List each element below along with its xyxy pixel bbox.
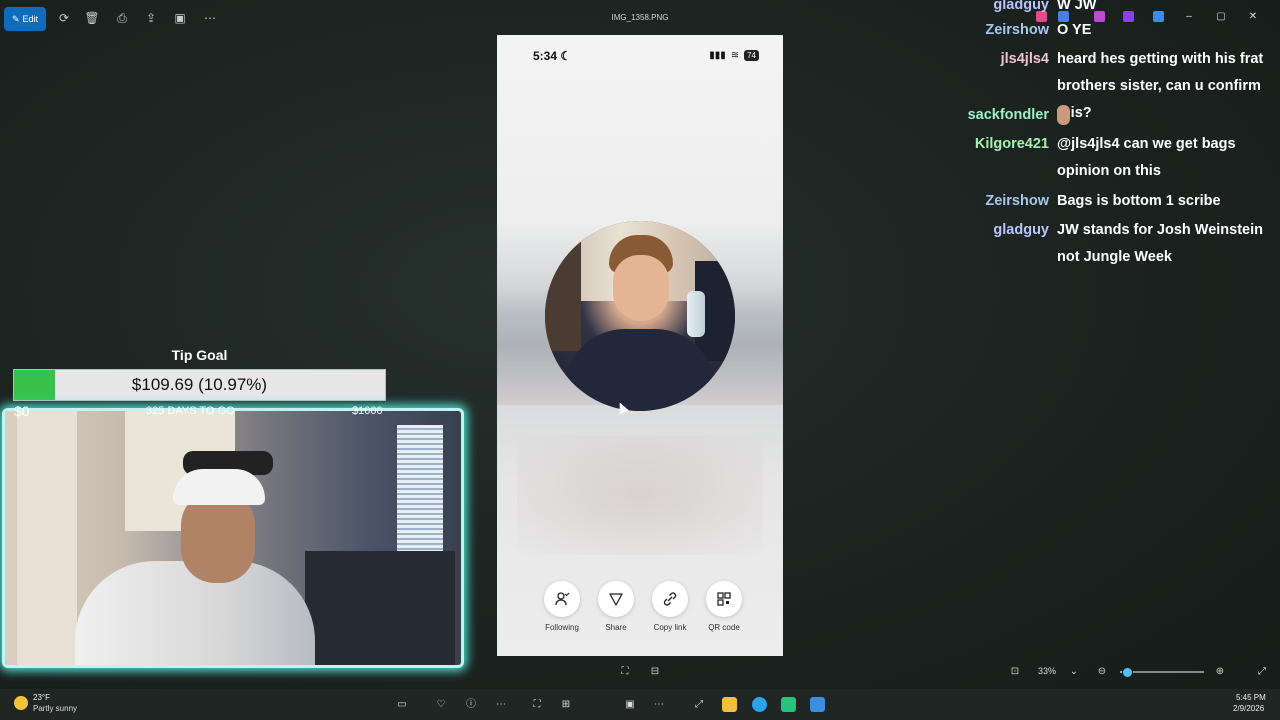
following-icon — [555, 592, 570, 606]
chat-username: Zeirshow — [985, 22, 1049, 38]
following-button[interactable]: Following — [535, 581, 589, 632]
phone-screenshot: 5:34 ☾ ▮▮▮ ≋ 74 Following Share Copy lin… — [497, 35, 783, 656]
moon-icon: ☾ — [560, 49, 572, 63]
chat-username: Kilgore421 — [974, 136, 1049, 152]
viewer-toolbar: ✎ Edit ⟳ 🗑 ⎙ ⇪ ▣ ⋯ — [0, 4, 460, 32]
heart-icon[interactable]: ♡ — [434, 698, 448, 712]
webcam-furniture — [305, 551, 455, 665]
qr-code-icon — [717, 592, 731, 606]
photo-shirt — [565, 329, 715, 411]
zoom-slider-thumb[interactable] — [1121, 667, 1133, 678]
chat-text — [1057, 102, 1272, 129]
zoom-slider[interactable] — [1120, 667, 1204, 678]
emote-icon — [1057, 105, 1070, 126]
profile-avatar[interactable] — [545, 221, 735, 411]
share-label: Share — [605, 623, 627, 632]
taskbar: 23°F Partly sunny ▭ ♡ ⓘ ⋯ ⛶ ⊞ ▣ ⋯ ⤢ 5:45… — [0, 689, 1280, 720]
weather-icon[interactable] — [14, 696, 28, 710]
clock-time[interactable]: 5:45 PM — [1236, 693, 1266, 702]
copy-link-label: Copy link — [653, 623, 687, 632]
webcam-feed — [2, 408, 464, 668]
share-button[interactable]: Share — [589, 581, 643, 632]
more-icon[interactable]: ⋯ — [202, 10, 218, 26]
chat-username: gladguy — [993, 222, 1049, 238]
file-title: IMG_1358.PNG — [611, 13, 669, 22]
signal-icon: ▮▮▮ — [709, 50, 726, 61]
qr-code-button[interactable]: QR code — [697, 581, 751, 632]
print-icon[interactable]: ⎙ — [114, 10, 130, 26]
file-explorer-icon[interactable] — [722, 697, 737, 712]
rotate-icon[interactable]: ⟳ — [56, 10, 72, 26]
blurred-background — [517, 435, 763, 555]
webcam-door — [17, 411, 77, 665]
photos-app-icon[interactable] — [810, 697, 825, 712]
weather-desc: Partly sunny — [33, 704, 78, 713]
fit-icon[interactable]: ⛶ — [619, 666, 631, 678]
tip-goal-max: $1000 — [352, 405, 383, 417]
select-icon[interactable]: ⛶ — [530, 698, 544, 712]
zoom-out-icon[interactable]: ⊖ — [1096, 666, 1108, 678]
tip-goal-min: $0 — [14, 403, 30, 419]
tip-goal-title: Tip Goal — [171, 347, 228, 363]
weather-temp: 23°F — [33, 693, 50, 702]
webcam-window-blinds — [397, 425, 443, 555]
profile-actions: Following Share Copy link QR code — [535, 581, 751, 632]
scan-icon[interactable]: ⊞ — [559, 698, 573, 712]
tip-goal-days: 325 DAYS TO GO — [146, 405, 235, 417]
share-icon — [609, 593, 623, 606]
share-icon[interactable]: ⇪ — [143, 10, 159, 26]
chevron-down-icon[interactable]: ⌄ — [1068, 666, 1080, 678]
expand-icon[interactable]: ⤢ — [692, 698, 706, 712]
photo-face — [613, 255, 669, 321]
compare-icon[interactable]: ⊟ — [649, 666, 661, 678]
actual-size-icon[interactable]: ⊡ — [1009, 666, 1021, 678]
edit-icon: ✎ — [11, 13, 20, 24]
chat-username: sackfondler — [967, 107, 1049, 123]
status-time: 5:34 ☾ — [533, 49, 572, 63]
wifi-icon: ≋ — [730, 50, 740, 61]
zoom-in-icon[interactable]: ⊕ — [1214, 666, 1226, 678]
fullscreen-icon[interactable]: ⤢ — [1256, 666, 1268, 678]
edge-browser-icon[interactable] — [752, 697, 767, 712]
edit-label: Edit — [22, 14, 39, 24]
viewer-bottom-bar: ⛶ ⊟ ⊡ ⌄ ⊖ ⊕ ⤢ — [0, 660, 1280, 684]
tip-goal-amount: $109.69 (10.97%) — [131, 375, 268, 394]
more-icon[interactable]: ⋯ — [494, 698, 508, 712]
more-icon[interactable]: ⋯ — [652, 698, 666, 712]
webcam-headband — [173, 469, 265, 505]
copy-link-button[interactable]: Copy link — [643, 581, 697, 632]
chat-text: JW stands for Josh Weinstein not Jungle … — [1057, 222, 1263, 265]
crop-icon[interactable]: ▣ — [172, 10, 188, 26]
status-icons: ▮▮▮ ≋ 74 — [709, 50, 759, 61]
chat-username: jls4jls4 — [1000, 51, 1049, 67]
delete-icon[interactable]: 🗑 — [84, 10, 100, 26]
zoom-level[interactable]: 33% — [1038, 666, 1056, 676]
chat-username: Zeirshow — [985, 193, 1049, 209]
clock-date[interactable]: 2/9/2026 — [1233, 704, 1264, 713]
chat-app-icon[interactable] — [781, 697, 796, 712]
following-label: Following — [545, 623, 579, 632]
chat-text: O YE — [1057, 22, 1092, 38]
chat-text: @jls4jls4 can we get bags opinion on thi… — [1057, 136, 1236, 179]
battery-indicator: 74 — [744, 50, 759, 61]
film-strip-icon[interactable]: ▭ — [395, 698, 409, 712]
info-icon[interactable]: ⓘ — [464, 698, 478, 712]
chat-text: Bags is bottom 1 scribe — [1057, 193, 1221, 209]
qr-code-label: QR code — [708, 623, 740, 632]
edit-button[interactable]: ✎ Edit — [4, 7, 46, 31]
tip-goal-bar: $109.69 (10.97%) — [13, 369, 386, 401]
screenshot-icon[interactable]: ▣ — [623, 698, 637, 712]
link-icon — [663, 592, 677, 606]
photo-bottle — [687, 291, 705, 337]
photo-person-left — [545, 241, 581, 351]
